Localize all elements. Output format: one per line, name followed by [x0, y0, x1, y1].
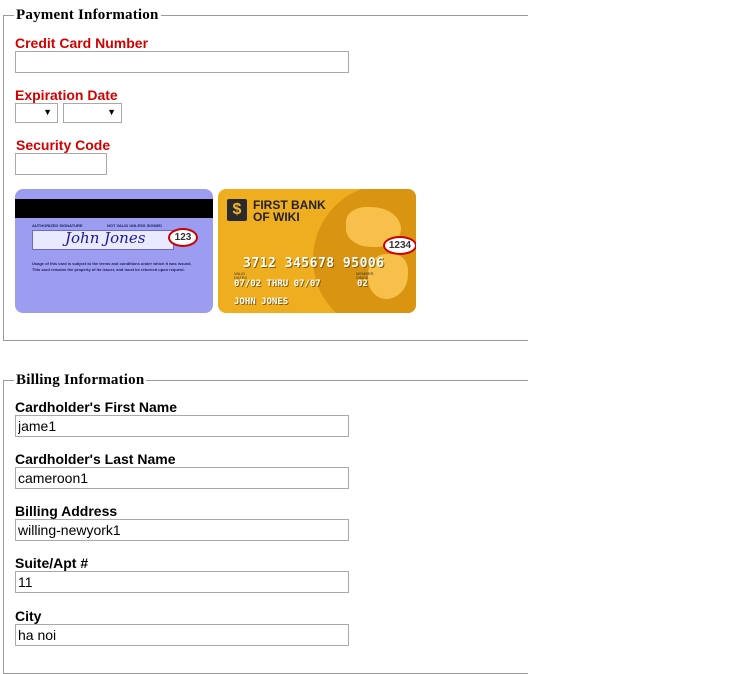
credit-card-number-label: Credit Card Number: [15, 35, 149, 51]
chevron-down-icon: ▼: [43, 107, 52, 117]
billing-address-label: Billing Address: [15, 503, 118, 519]
city-label: City: [15, 608, 42, 624]
bank-logo-icon: $: [227, 199, 247, 221]
expiration-month-select[interactable]: ▼: [15, 103, 58, 123]
security-code-input[interactable]: [15, 153, 107, 175]
valid-dates-text: 07/02 THRU 07/07: [234, 279, 321, 289]
bank-name: FIRST BANK OF WIKI: [253, 199, 326, 223]
bank-name-line2: OF WIKI: [253, 210, 300, 224]
card-back-image: AUTHORIZED SIGNATURE NOT VALID UNLESS SI…: [15, 189, 213, 313]
city-input[interactable]: [15, 624, 349, 646]
fine-print-1: Usage of this card is subject to the ter…: [32, 261, 192, 266]
credit-card-number-input[interactable]: [15, 51, 349, 73]
cardholder-name-text: JOHN JONES: [234, 297, 289, 307]
first-name-label: Cardholder's First Name: [15, 399, 178, 415]
fine-print-2: This card remains the property of its is…: [32, 267, 185, 272]
expiration-date-label: Expiration Date: [15, 87, 118, 103]
billing-address-input[interactable]: [15, 519, 349, 541]
card-front-image: $ FIRST BANK OF WIKI 1234 3712 345678 95…: [218, 189, 416, 313]
card-number-text: 3712 345678 95006: [243, 256, 385, 271]
payment-legend: Payment Information: [16, 7, 159, 23]
member-since-text: 02: [357, 279, 368, 289]
last-name-label: Cardholder's Last Name: [15, 451, 176, 467]
signature-text: John Jones: [65, 229, 146, 247]
suite-apt-input[interactable]: [15, 571, 349, 593]
cvv-badge-front: 1234: [383, 236, 416, 255]
first-name-input[interactable]: [15, 415, 349, 437]
authorized-signature-text: AUTHORIZED SIGNATURE: [32, 223, 83, 228]
last-name-input[interactable]: [15, 467, 349, 489]
suite-apt-label: Suite/Apt #: [15, 555, 89, 571]
security-code-label: Security Code: [16, 137, 111, 153]
billing-legend: Billing Information: [16, 372, 145, 388]
magnetic-stripe: [15, 199, 213, 218]
chevron-down-icon: ▼: [107, 107, 116, 117]
not-valid-unless-signed-text: NOT VALID UNLESS SIGNED: [107, 223, 163, 228]
expiration-year-select[interactable]: ▼: [63, 103, 122, 123]
cvv-badge-back: 123: [168, 228, 198, 247]
